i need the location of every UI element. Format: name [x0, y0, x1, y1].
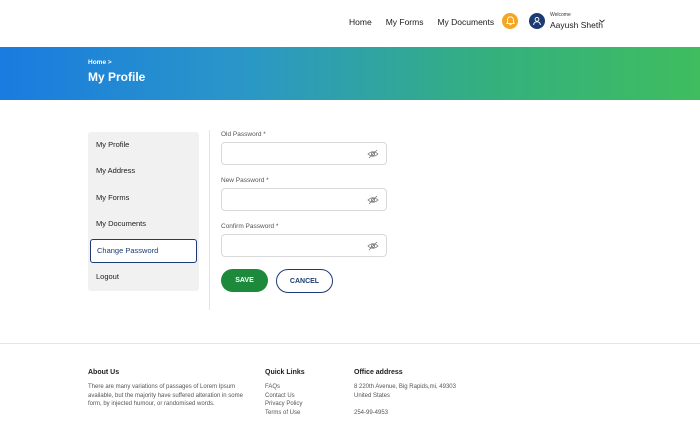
main-nav: Home My Forms My Documents: [349, 17, 508, 27]
nav-my-forms-link[interactable]: My Forms: [386, 17, 424, 27]
old-password-input[interactable]: [222, 144, 362, 165]
footer-about-heading: About Us: [88, 369, 120, 376]
sidebar-item-logout[interactable]: Logout: [88, 265, 199, 289]
vertical-divider: [209, 130, 210, 310]
user-icon[interactable]: [529, 13, 545, 29]
user-welcome-text: Welcome: [550, 12, 571, 18]
top-header: Home My Forms My Documents Welcome Aayus…: [0, 0, 700, 47]
footer-link-contact-us[interactable]: Contact Us: [265, 392, 302, 401]
footer-office-phone: 254-99-4953: [354, 410, 389, 416]
nav-my-documents-link[interactable]: My Documents: [437, 17, 494, 27]
user-name: Aayush Sheth: [550, 20, 603, 30]
old-password-field: [221, 142, 387, 165]
eye-off-icon[interactable]: [367, 195, 379, 205]
bell-icon[interactable]: [502, 13, 518, 29]
sidebar-item-change-password[interactable]: Change Password: [90, 239, 197, 263]
footer-divider: [0, 343, 700, 344]
user-menu[interactable]: Welcome Aayush Sheth: [550, 13, 603, 30]
confirm-password-field: [221, 234, 387, 257]
save-button[interactable]: SAVE: [221, 269, 268, 292]
breadcrumb[interactable]: Home >: [88, 59, 112, 66]
page-banner: Home > My Profile: [0, 47, 700, 100]
footer-office-address-line1: 8 220th Avenue, Big Rapids,mi, 49303: [354, 384, 456, 390]
confirm-password-label: Confirm Password *: [221, 223, 279, 230]
footer-quick-links-heading: Quick Links: [265, 369, 305, 376]
sidebar-item-my-profile[interactable]: My Profile: [88, 133, 199, 157]
footer-link-privacy-policy[interactable]: Privacy Policy: [265, 400, 302, 409]
profile-sidebar: My Profile My Address My Forms My Docume…: [88, 132, 199, 291]
sidebar-item-my-address[interactable]: My Address: [88, 159, 199, 183]
footer-link-faqs[interactable]: FAQs: [265, 383, 302, 392]
confirm-password-input[interactable]: [222, 236, 362, 257]
footer-about-text: There are many variations of passages of…: [88, 384, 243, 407]
new-password-label: New Password *: [221, 177, 269, 184]
nav-home-link[interactable]: Home: [349, 17, 372, 27]
old-password-label: Old Password *: [221, 131, 266, 138]
sidebar-item-my-documents[interactable]: My Documents: [88, 212, 199, 236]
page-title: My Profile: [88, 70, 146, 84]
eye-off-icon[interactable]: [367, 241, 379, 251]
new-password-input[interactable]: [222, 190, 362, 211]
cancel-button[interactable]: CANCEL: [276, 269, 333, 293]
eye-off-icon[interactable]: [367, 149, 379, 159]
footer-office-heading: Office address: [354, 369, 403, 376]
sidebar-item-my-forms[interactable]: My Forms: [88, 186, 199, 210]
footer-quick-links: FAQs Contact Us Privacy Policy Terms of …: [265, 383, 302, 417]
footer-office-address-line2: United States: [354, 393, 391, 399]
footer-link-terms-of-use[interactable]: Terms of Use: [265, 409, 302, 418]
new-password-field: [221, 188, 387, 211]
chevron-down-icon[interactable]: [598, 17, 606, 25]
